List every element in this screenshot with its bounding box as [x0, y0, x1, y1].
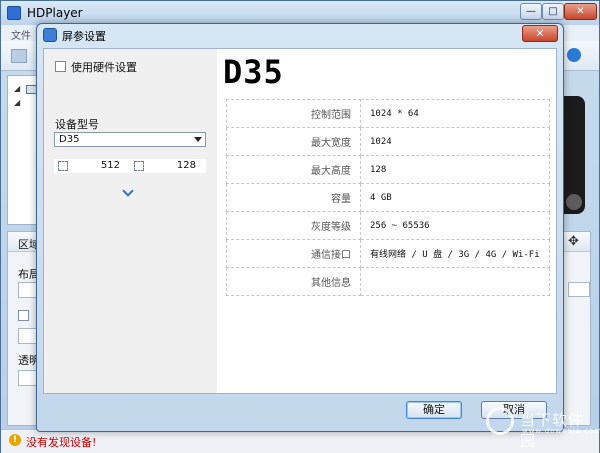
- dialog-body: 使用硬件设置 设备型号 D35 512 128 D35 控制范围 1024 * …: [43, 48, 557, 394]
- device-model-value: D35: [59, 134, 80, 145]
- spec-value: 4 GB: [360, 183, 550, 212]
- spec-value: 128: [360, 155, 550, 184]
- spec-key: 通信接口: [226, 239, 361, 268]
- main-titlebar: HDPlayer — □ ✕: [1, 1, 599, 25]
- expand-chevron-icon[interactable]: [122, 185, 134, 197]
- preview-knob: [566, 194, 582, 210]
- dialog-titlebar: 屏参设置 ✕: [37, 24, 563, 46]
- minimize-button[interactable]: —: [520, 3, 542, 20]
- tree-expand-icon[interactable]: ◢: [14, 98, 20, 107]
- model-heading: D35: [223, 53, 284, 91]
- toolbar-new-icon[interactable]: [11, 49, 27, 63]
- menu-file[interactable]: 文件: [11, 27, 31, 42]
- spec-value: 1024 * 64: [360, 99, 550, 128]
- spec-row: 最大宽度 1024: [226, 127, 550, 156]
- spec-table: 控制范围 1024 * 64 最大宽度 1024 最大高度 128 容量 4 G…: [226, 99, 550, 296]
- main-window-title: HDPlayer: [27, 6, 83, 20]
- spec-value: 有线网络 / U 盘 / 3G / 4G / Wi-Fi: [360, 239, 550, 268]
- warning-icon: !: [9, 434, 21, 446]
- app-icon: [7, 6, 21, 20]
- spec-row: 最大高度 128: [226, 155, 550, 184]
- area-checkbox[interactable]: [18, 310, 29, 321]
- spec-row: 其他信息: [226, 267, 550, 296]
- dialog-sidebar: 使用硬件设置 设备型号 D35 512 128: [44, 49, 217, 393]
- program-tree: ◢ ◢: [7, 75, 39, 225]
- spec-value: 256 ~ 65536: [360, 211, 550, 240]
- spec-key: 其他信息: [226, 267, 361, 296]
- layout-field-right[interactable]: [568, 282, 590, 297]
- height-icon: [134, 161, 144, 171]
- maximize-button[interactable]: □: [542, 3, 564, 20]
- spec-key: 控制范围: [226, 99, 361, 128]
- height-value[interactable]: 128: [160, 160, 196, 171]
- width-icon: [58, 161, 68, 171]
- spec-key: 最大宽度: [226, 127, 361, 156]
- chevron-down-icon: [194, 137, 202, 142]
- hardware-settings-checkbox[interactable]: [55, 61, 66, 72]
- spec-key: 最大高度: [226, 155, 361, 184]
- device-model-select[interactable]: D35: [54, 132, 206, 147]
- status-text: 没有发现设备!: [26, 436, 97, 449]
- spec-value: 1024: [360, 127, 550, 156]
- ok-button[interactable]: 确定: [406, 401, 462, 419]
- watermark-logo-icon: [486, 407, 514, 435]
- spec-row: 控制范围 1024 * 64: [226, 99, 550, 128]
- spec-row: 灰度等级 256 ~ 65536: [226, 211, 550, 240]
- move-icon[interactable]: ✥: [568, 234, 579, 249]
- width-value[interactable]: 512: [84, 160, 120, 171]
- toolbar-help-icon[interactable]: [567, 48, 581, 62]
- watermark: 当下软件园 www.downxia.com: [486, 405, 600, 450]
- device-model-label: 设备型号: [55, 118, 99, 131]
- watermark-url: www.downxia.com: [522, 427, 600, 435]
- spec-row: 通信接口 有线网络 / U 盘 / 3G / 4G / Wi-Fi: [226, 239, 550, 268]
- size-row: 512 128: [54, 159, 206, 173]
- dialog-title: 屏参设置: [62, 30, 106, 43]
- dialog-main: D35 控制范围 1024 * 64 最大宽度 1024 最大高度 128 容量…: [217, 49, 556, 393]
- screen-params-dialog: 屏参设置 ✕ 使用硬件设置 设备型号 D35 512 128 D35 控制范围 …: [36, 23, 564, 432]
- spec-value: [360, 267, 550, 296]
- spec-row: 容量 4 GB: [226, 183, 550, 212]
- tree-expand-icon[interactable]: ◢: [14, 84, 20, 93]
- dialog-close-button[interactable]: ✕: [522, 25, 558, 42]
- spec-key: 容量: [226, 183, 361, 212]
- spec-key: 灰度等级: [226, 211, 361, 240]
- hardware-settings-label[interactable]: 使用硬件设置: [71, 59, 137, 75]
- dialog-icon: [43, 28, 57, 42]
- close-button[interactable]: ✕: [564, 3, 597, 20]
